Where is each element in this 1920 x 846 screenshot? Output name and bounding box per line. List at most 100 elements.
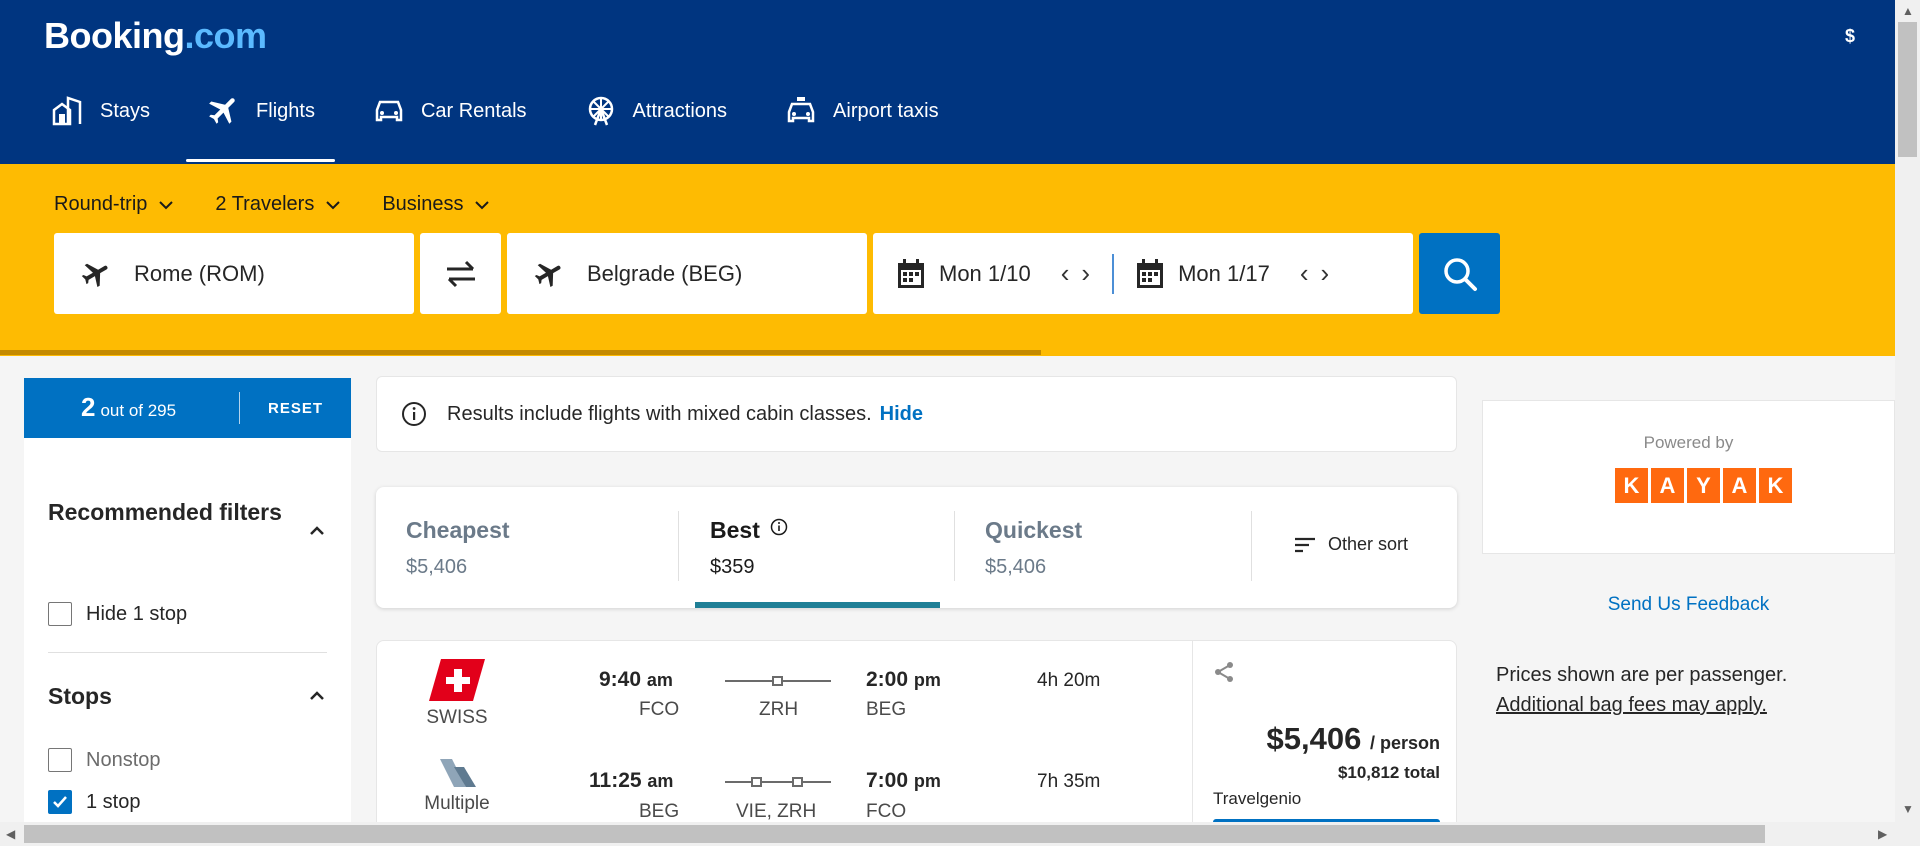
multiple-airlines-icon [440, 759, 476, 787]
search-icon [1443, 257, 1477, 291]
stopover-airports: VIE, ZRH [736, 801, 817, 822]
vertical-scroll-thumb[interactable] [1898, 22, 1917, 157]
results-count-bar: 2 out of 295 RESET [24, 378, 351, 438]
checkbox[interactable] [48, 602, 72, 626]
bag-fees-link[interactable]: Additional bag fees may apply. [1496, 690, 1787, 720]
stops-heading: Stops [48, 683, 112, 709]
chevron-down-icon [475, 200, 490, 209]
scroll-up-arrow[interactable]: ▲ [1902, 4, 1914, 18]
scroll-down-arrow[interactable]: ▼ [1902, 802, 1914, 816]
checkbox[interactable] [48, 748, 72, 772]
checkmark-icon [53, 796, 67, 808]
next-day-button[interactable]: › [1320, 258, 1329, 289]
airline-multiple: Multiple [407, 759, 507, 815]
nav-airport-taxis[interactable]: Airport taxis [763, 96, 959, 162]
next-day-button[interactable]: › [1081, 258, 1090, 289]
destination-field[interactable]: Belgrade (BEG) [507, 233, 867, 314]
info-icon [771, 518, 788, 536]
tab-quickest[interactable]: Quickest $5,406 [985, 487, 1082, 608]
powered-by-panel: Powered by K A Y A K [1482, 400, 1895, 554]
other-sort-button[interactable]: Other sort [1294, 534, 1408, 555]
tab-best[interactable]: Best $359 [710, 487, 788, 608]
car-icon [375, 100, 403, 122]
divider [1251, 511, 1252, 581]
tab-cheapest[interactable]: Cheapest $5,406 [406, 487, 510, 608]
price-note: Prices shown are per passenger. Addition… [1496, 660, 1787, 720]
origin-value: Rome (ROM) [134, 260, 265, 286]
airline-swiss: SWISS [407, 659, 507, 729]
hide-notice-link[interactable]: Hide [880, 403, 923, 426]
chevron-down-icon [159, 200, 174, 209]
arrival-airport: BEG [866, 699, 907, 720]
date-divider [1112, 253, 1115, 294]
search-options: Round-trip 2 Travelers Business [54, 193, 491, 216]
return-date[interactable]: Mon 1/17 [1136, 258, 1270, 289]
travelers-dropdown[interactable]: 2 Travelers [215, 193, 342, 216]
send-feedback-link[interactable]: Send Us Feedback [1482, 594, 1895, 616]
checkbox-checked[interactable] [48, 790, 72, 814]
chevron-up-icon[interactable] [308, 522, 326, 540]
departure-airport: FCO [639, 699, 680, 720]
chevron-up-icon[interactable] [308, 687, 326, 705]
arrival-time: 2:00 pm [866, 668, 941, 691]
booking-logo[interactable]: Booking.com [44, 15, 267, 57]
swiss-logo-icon [429, 659, 485, 701]
stays-icon [52, 96, 82, 126]
reset-filters-button[interactable]: RESET [240, 400, 351, 417]
plane-icon [209, 98, 235, 124]
departure-airport: BEG [639, 801, 680, 822]
nav-flights[interactable]: Flights [186, 96, 335, 162]
filter-nonstop[interactable]: Nonstop [48, 748, 161, 772]
price-total: $10,812 total [1337, 763, 1440, 782]
filters-panel: Recommended filters Hide 1 stop Stops No… [24, 438, 351, 846]
sort-icon [1295, 537, 1315, 552]
mixed-cabin-notice: Results include flights with mixed cabin… [376, 376, 1457, 452]
nav-car-rentals[interactable]: Car Rentals [351, 96, 547, 162]
horizontal-scroll-thumb[interactable] [24, 825, 1765, 843]
route-line-1-stop [725, 676, 831, 686]
swap-button[interactable] [420, 233, 501, 314]
price-column: $5,406 / person $10,812 total Travelgeni… [1192, 641, 1456, 845]
loading-progress-bar [0, 350, 1041, 355]
filter-1-stop[interactable]: 1 stop [48, 790, 140, 814]
destination-value: Belgrade (BEG) [587, 260, 743, 286]
divider [678, 511, 679, 581]
flight-duration: 4h 20m [1037, 670, 1101, 691]
route-line-2-stops [725, 777, 831, 787]
arrival-airport: FCO [866, 801, 907, 822]
top-header: Booking.com $ Stays Flights Car Rentals … [0, 0, 1895, 164]
plane-takeoff-icon [81, 263, 108, 287]
scroll-right-arrow[interactable]: ▶ [1878, 827, 1887, 841]
prev-day-button[interactable]: ‹ [1061, 258, 1070, 289]
prev-day-button[interactable]: ‹ [1300, 258, 1309, 289]
info-icon [402, 402, 426, 426]
dates-field: Mon 1/10 ‹ › Mon 1/17 ‹ › [873, 233, 1413, 314]
departure-time: 9:40 am [599, 668, 673, 691]
trip-type-dropdown[interactable]: Round-trip [54, 193, 175, 216]
filter-hide-1-stop[interactable]: Hide 1 stop [48, 602, 187, 626]
price-per-person: $5,406 / person [1266, 721, 1440, 756]
ferris-wheel-icon [588, 96, 613, 126]
arrival-time: 7:00 pm [866, 769, 941, 792]
calendar-icon [1137, 258, 1164, 288]
provider-name: Travelgenio [1213, 789, 1302, 808]
results-count: 2 out of 295 [24, 392, 240, 424]
nav-stays[interactable]: Stays [50, 96, 170, 162]
divider [954, 511, 955, 581]
recommended-filters-heading: Recommended filters [48, 499, 282, 525]
depart-date[interactable]: Mon 1/10 [897, 258, 1031, 289]
origin-field[interactable]: Rome (ROM) [54, 233, 414, 314]
cabin-class-dropdown[interactable]: Business [382, 193, 491, 216]
taxi-icon [787, 97, 815, 123]
share-icon[interactable] [1213, 661, 1235, 683]
scroll-left-arrow[interactable]: ◀ [6, 827, 15, 841]
search-button[interactable] [1419, 233, 1500, 314]
active-tab-indicator [695, 602, 940, 608]
depart-date-stepper: ‹ › [1061, 258, 1090, 289]
currency-selector[interactable]: $ [1845, 26, 1855, 47]
main-nav: Stays Flights Car Rentals Attractions Ai… [50, 96, 975, 162]
flight-result-card[interactable]: SWISS 9:40 am FCO ZRH 2:00 pm BEG 4h 20m… [376, 640, 1457, 846]
swap-icon [446, 260, 475, 287]
flight-duration: 7h 35m [1037, 771, 1101, 792]
nav-attractions[interactable]: Attractions [563, 96, 747, 162]
